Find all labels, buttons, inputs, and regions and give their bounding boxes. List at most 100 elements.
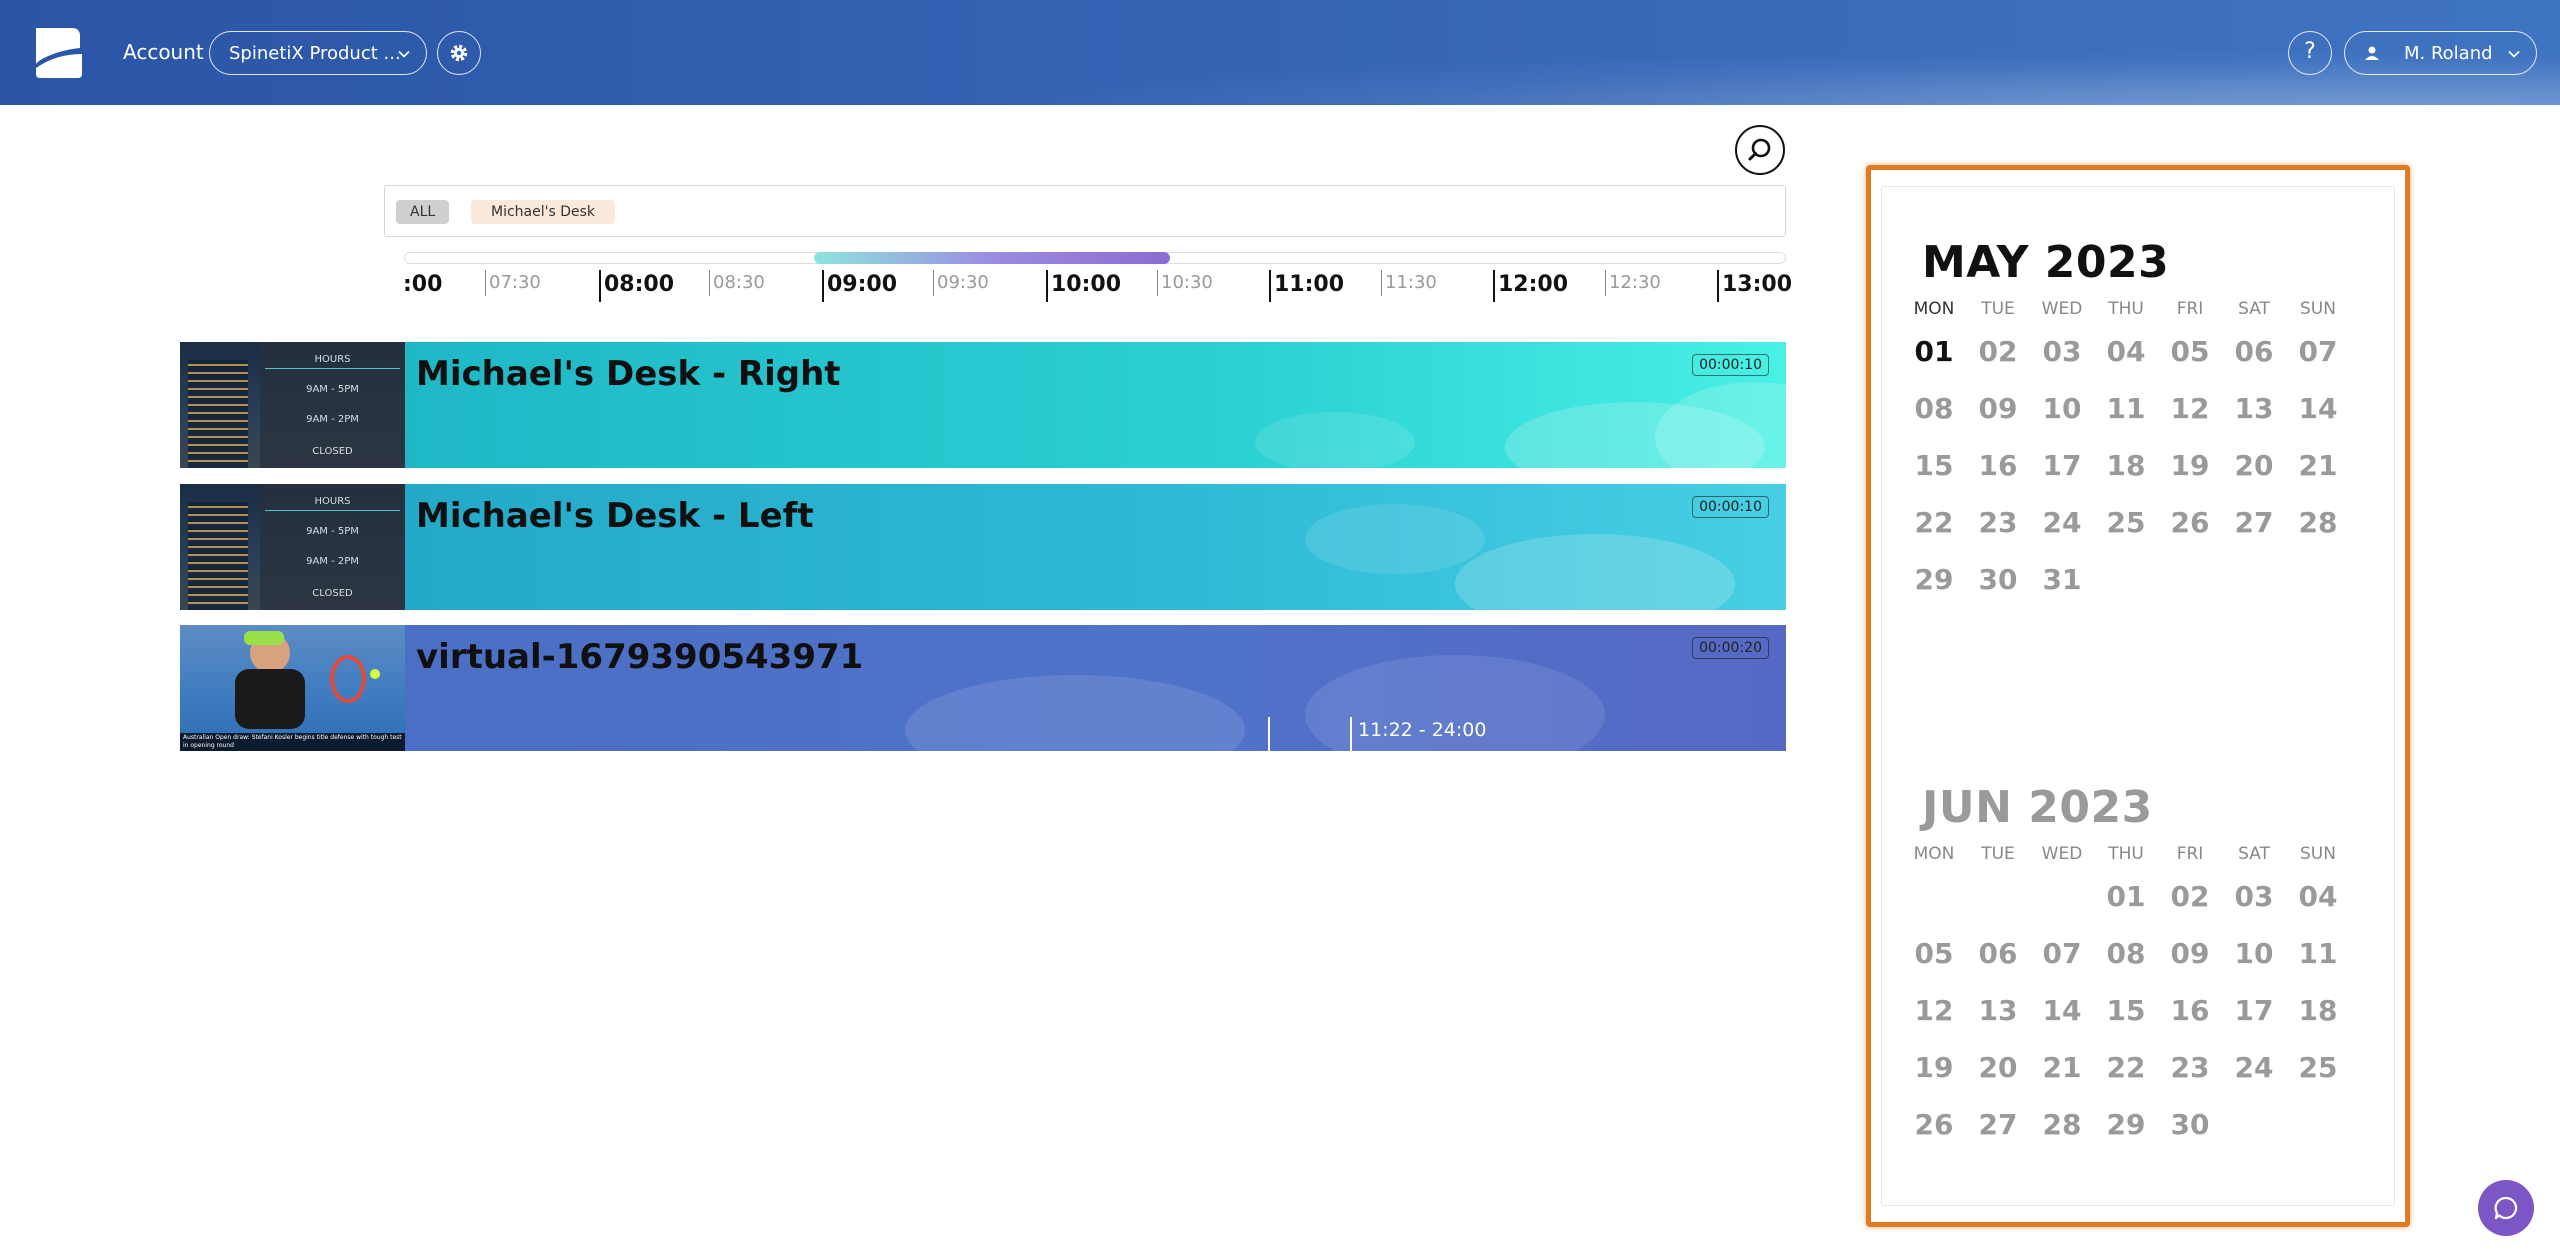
calendar-day[interactable]: 10 [2222,937,2286,970]
search-button[interactable] [1735,125,1785,175]
help-button[interactable]: ? [2288,31,2332,75]
weekday-label: MON [1913,844,1955,864]
calendar-day[interactable]: 16 [2158,994,2222,1027]
calendar-day[interactable]: 01 [2094,880,2158,913]
calendar-day[interactable]: 12 [1902,994,1966,1027]
calendar-day[interactable]: 25 [2286,1051,2350,1084]
calendar-day[interactable]: 30 [1966,563,2030,596]
account-select[interactable]: SpinetiX Product ... [209,31,427,75]
timeline-tick: 09:30 [933,270,989,296]
calendar-day[interactable]: 12 [2158,392,2222,425]
timeline-tick: 12:30 [1605,270,1661,296]
calendar-day[interactable]: 07 [2030,937,2094,970]
user-name: M. Roland [2404,43,2493,64]
duration-badge: 00:00:10 [1692,496,1769,518]
schedule-row[interactable]: HOURS 9AM - 5PM 9AM - 2PM CLOSED Michael… [180,342,1786,468]
calendar-panel: MAY 2023 JUN 2023 MON TUE WED THU FRI SAT SUN 0… [1866,165,2410,1227]
calendar-day[interactable]: 22 [2094,1051,2158,1084]
calendar-day[interactable]: 09 [2158,937,2222,970]
calendar-day[interactable]: 20 [2222,449,2286,482]
calendar-day[interactable]: 29 [1902,563,1966,596]
calendar-day[interactable]: 02 [2158,880,2222,913]
calendar-day[interactable]: 03 [2030,335,2094,368]
filter-chip-michaels-desk[interactable]: Michael's Desk [471,200,616,224]
calendar-day[interactable]: 28 [2286,506,2350,539]
calendar-day[interactable]: 17 [2222,994,2286,1027]
calendar-day[interactable]: 13 [2222,392,2286,425]
user-menu[interactable]: M. Roland [2344,31,2537,75]
calendar-day[interactable]: 26 [1902,1108,1966,1141]
timeline-range-handle[interactable] [814,252,1170,264]
calendar-day[interactable]: 14 [2286,392,2350,425]
calendar-day[interactable]: 21 [2286,449,2350,482]
timeline-tick: 12:00 [1493,270,1568,302]
timeline-tick: 07:30 [485,270,541,296]
filter-bar: ALL Michael's Desk [384,185,1786,237]
content-thumbnail: HOURS 9AM - 5PM 9AM - 2PM CLOSED [180,484,405,610]
calendar-day[interactable]: 26 [2158,506,2222,539]
calendar-day[interactable]: 30 [2158,1108,2222,1141]
calendar-day[interactable]: 23 [1966,506,2030,539]
calendar-day[interactable]: 31 [2030,563,2094,596]
chat-button[interactable] [2478,1180,2534,1236]
calendar-day[interactable]: 20 [1966,1051,2030,1084]
calendar-day[interactable]: 04 [2286,880,2350,913]
calendar-day[interactable]: 11 [2286,937,2350,970]
calendar-day[interactable]: 05 [1902,937,1966,970]
app-logo-icon[interactable] [30,24,86,80]
calendar-day[interactable]: 10 [2030,392,2094,425]
hours-line: 9AM - 2PM [306,414,359,425]
hours-card: HOURS 9AM - 5PM 9AM - 2PM CLOSED [260,484,405,610]
calendar-day[interactable]: 27 [1966,1108,2030,1141]
weekday-label: THU [2108,844,2144,864]
calendar-day[interactable]: 22 [1902,506,1966,539]
chevron-down-icon [398,50,410,58]
calendar-day[interactable]: 15 [2094,994,2158,1027]
calendar-day[interactable]: 29 [2094,1108,2158,1141]
calendar-day[interactable]: 24 [2222,1051,2286,1084]
calendar-day[interactable]: 21 [2030,1051,2094,1084]
calendar-day[interactable]: 18 [2286,994,2350,1027]
row-title: Michael's Desk - Left [416,496,814,536]
calendar-inner: MAY 2023 JUN 2023 MON TUE WED THU FRI SAT SUN 0… [1881,186,2395,1206]
calendar-day[interactable]: 06 [2222,335,2286,368]
calendar-day[interactable]: 28 [2030,1108,2094,1141]
account-select-value: SpinetiX Product ... [229,43,401,64]
duration-badge: 00:00:20 [1692,637,1769,659]
calendar-day[interactable]: 07 [2286,335,2350,368]
calendar-day[interactable]: 16 [1966,449,2030,482]
calendar-day[interactable]: 18 [2094,449,2158,482]
gear-icon [450,44,468,62]
search-icon [1748,138,1771,161]
hours-line: 9AM - 5PM [306,526,359,537]
timeline-tick: 08:00 [599,270,674,302]
schedule-row[interactable]: HOURS 9AM - 5PM 9AM - 2PM CLOSED Michael… [180,484,1786,610]
calendar-day[interactable]: 11 [2094,392,2158,425]
schedule-row[interactable]: Australian Open draw: Stefani Kosler beg… [180,625,1786,751]
weekday-label: THU [2108,299,2144,319]
calendar-day[interactable]: 27 [2222,506,2286,539]
calendar-day[interactable]: 04 [2094,335,2158,368]
settings-button[interactable] [437,31,481,75]
weekday-label: TUE [1981,844,2015,864]
calendar-day[interactable]: 08 [1902,392,1966,425]
calendar-day[interactable]: 01 [1902,335,1966,368]
calendar-day[interactable]: 02 [1966,335,2030,368]
calendar-day[interactable]: 03 [2222,880,2286,913]
calendar-day[interactable]: 05 [2158,335,2222,368]
calendar-day[interactable]: 19 [1902,1051,1966,1084]
calendar-day[interactable]: 15 [1902,449,1966,482]
slot-start-line [1268,717,1270,751]
calendar-day[interactable]: 09 [1966,392,2030,425]
calendar-day[interactable]: 24 [2030,506,2094,539]
calendar-day[interactable]: 23 [2158,1051,2222,1084]
calendar-day[interactable]: 13 [1966,994,2030,1027]
calendar-day[interactable]: 19 [2158,449,2222,482]
calendar-day[interactable]: 14 [2030,994,2094,1027]
calendar-day[interactable]: 08 [2094,937,2158,970]
calendar-day[interactable]: 25 [2094,506,2158,539]
calendar-day[interactable]: 17 [2030,449,2094,482]
calendar-day[interactable]: 06 [1966,937,2030,970]
weekday-label: SAT [2238,299,2270,319]
filter-chip-all[interactable]: ALL [396,200,450,224]
